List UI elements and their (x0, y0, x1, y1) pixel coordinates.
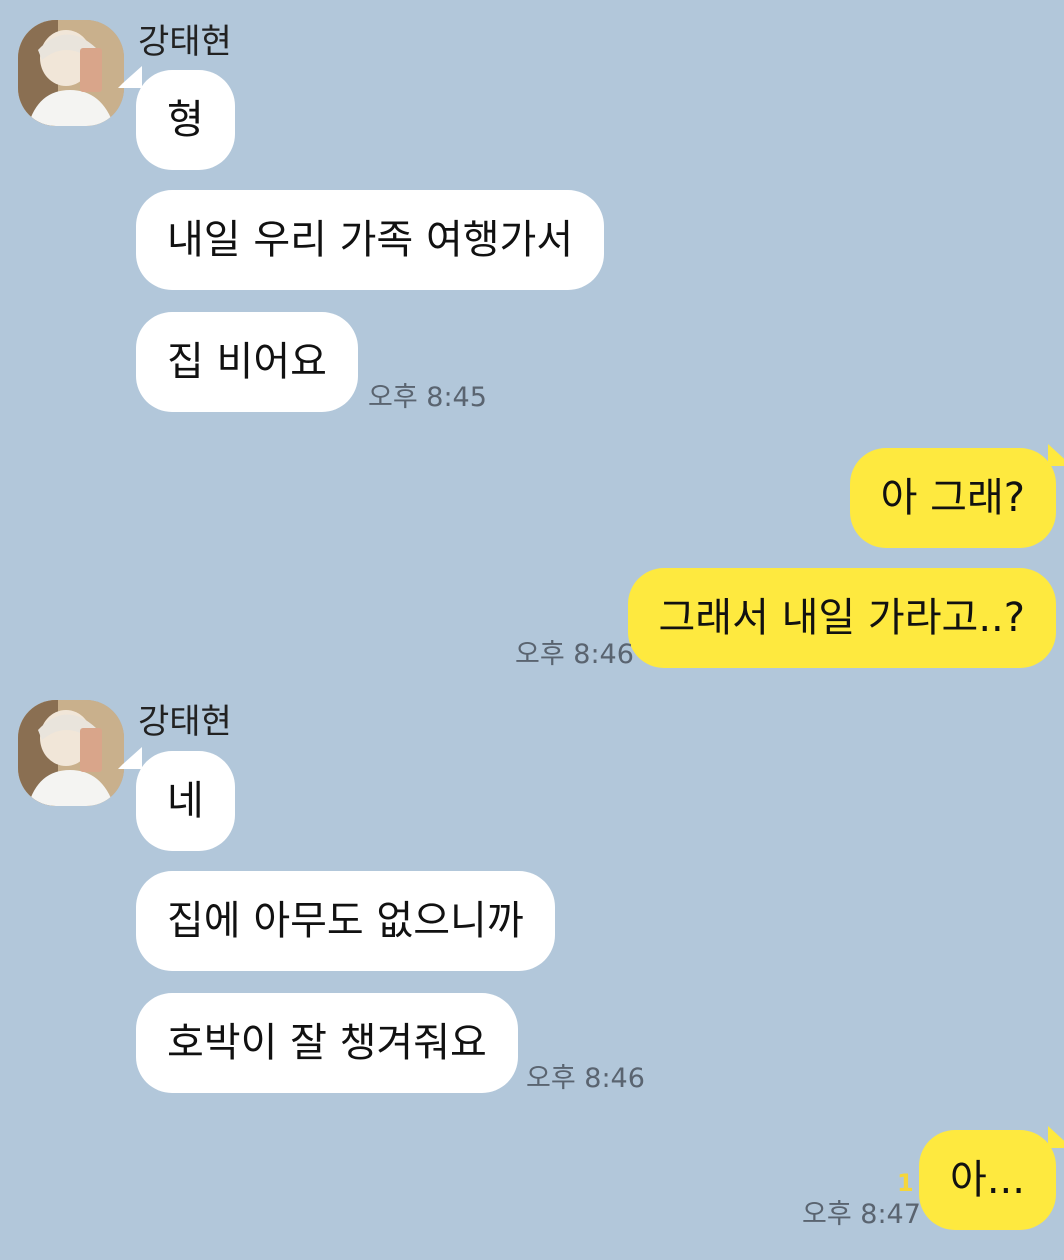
message-time: 오후 8:46 (515, 639, 634, 670)
message-bubble[interactable]: 형 (136, 70, 235, 170)
message-time: 오후 8:46 (526, 1063, 645, 1094)
message-bubble[interactable]: 집 비어요 (136, 312, 358, 412)
message-bubble[interactable]: 내일 우리 가족 여행가서 (136, 190, 605, 290)
my-message-bubble[interactable]: 아... (919, 1130, 1056, 1230)
message-time: 오후 8:47 (802, 1199, 921, 1230)
sender-name: 강태현 (138, 702, 232, 742)
avatar-photo-icon (18, 20, 124, 126)
my-message-bubble[interactable]: 그래서 내일 가라고..? (627, 568, 1056, 668)
sender-name: 강태현 (138, 22, 232, 62)
my-message-bubble[interactable]: 아 그래? (849, 448, 1056, 548)
sender-avatar[interactable] (18, 20, 124, 126)
unread-count: 1 (897, 1169, 914, 1197)
bubble-tail (1048, 1126, 1064, 1148)
sender-avatar[interactable] (18, 700, 124, 806)
message-bubble[interactable]: 집에 아무도 없으니까 (136, 871, 555, 971)
message-time: 오후 8:45 (368, 382, 487, 413)
message-bubble[interactable]: 네 (136, 751, 235, 851)
bubble-tail (1048, 444, 1064, 466)
avatar-photo-icon (18, 700, 124, 806)
message-bubble[interactable]: 호박이 잘 챙겨줘요 (136, 993, 518, 1093)
